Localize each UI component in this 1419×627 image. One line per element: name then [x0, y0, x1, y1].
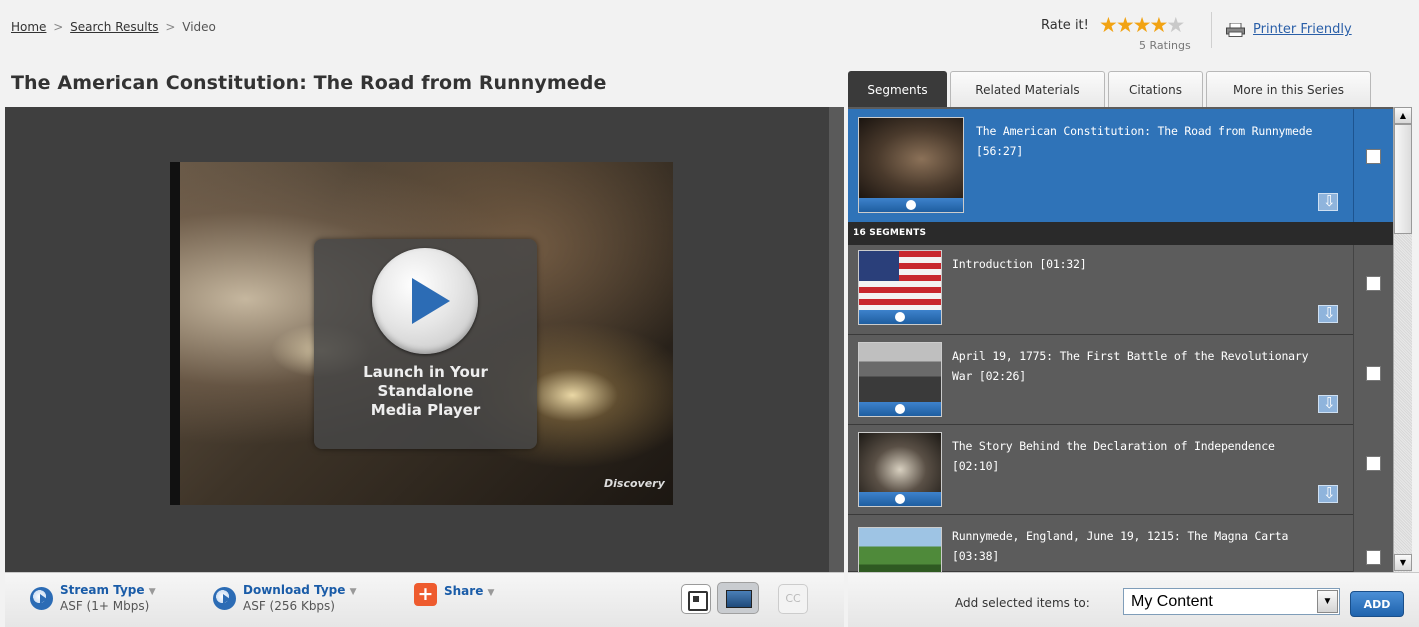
share-plus-icon: +	[414, 583, 437, 606]
segment-title-line2: [03:38]	[952, 549, 1000, 563]
stream-type-dropdown[interactable]: Stream Type ▼ ASF (1+ Mbps)	[30, 583, 156, 613]
select-checkbox[interactable]	[1366, 276, 1381, 291]
chevron-down-icon: ▼	[349, 587, 357, 597]
media-player-icon	[213, 587, 236, 610]
featured-video-item[interactable]: The American Constitution: The Road from…	[848, 109, 1393, 222]
video-thumbnail[interactable]	[858, 117, 964, 213]
add-selected-label: Add selected items to:	[955, 596, 1090, 610]
select-checkbox[interactable]	[1366, 366, 1381, 381]
breadcrumb-home-link[interactable]: Home	[11, 20, 46, 34]
page: Home > Search Results > Video The Americ…	[0, 0, 1419, 627]
share-dropdown[interactable]: + Share ▼	[414, 581, 494, 606]
segment-title: April 19, 1775: The First Battle of the …	[952, 349, 1309, 363]
star-rating[interactable]: ★★★★★	[1099, 13, 1185, 37]
breadcrumb-current: Video	[182, 20, 216, 34]
star-icon[interactable]: ★	[1099, 13, 1118, 37]
play-icon	[859, 198, 963, 212]
featured-duration: [56:27]	[976, 144, 1024, 158]
breadcrumb-separator: >	[165, 20, 176, 34]
breadcrumb-search-results-link[interactable]: Search Results	[70, 20, 158, 34]
chevron-down-icon[interactable]: ▼	[1317, 590, 1338, 613]
segment-title-line2: War [02:26]	[952, 369, 1026, 383]
add-destination-select[interactable]: My Content ▼	[1123, 588, 1340, 615]
closed-captions-button[interactable]: CC	[778, 584, 808, 614]
star-icon[interactable]: ★	[1166, 13, 1185, 37]
segment-item[interactable]: Introduction [01:32]	[848, 245, 1393, 335]
play-icon	[372, 248, 478, 354]
rating-widget: Rate it! ★★★★★ 5 Ratings	[1035, 12, 1205, 52]
download-type-dropdown[interactable]: Download Type ▼ ASF (256 Kbps)	[213, 583, 356, 613]
breadcrumb-separator: >	[53, 20, 64, 34]
video-letterbox	[170, 162, 180, 505]
segments-scrollbar[interactable]: ▲ ▼	[1393, 107, 1412, 572]
star-icon[interactable]: ★	[1133, 13, 1152, 37]
segment-thumbnail[interactable]	[858, 432, 942, 507]
scrollbar-thumb[interactable]	[1394, 124, 1412, 234]
download-icon[interactable]	[1318, 304, 1338, 323]
printer-friendly-label: Printer Friendly	[1253, 22, 1352, 37]
tab-segments[interactable]: Segments	[848, 71, 947, 107]
segment-title: Introduction [01:32]	[952, 257, 1087, 271]
select-checkbox[interactable]	[1366, 149, 1381, 164]
launch-player-label: Launch in Your Standalone Media Player	[363, 363, 488, 419]
play-icon	[859, 492, 941, 506]
share-label: Share	[444, 584, 484, 598]
segment-title: The Story Behind the Declaration of Inde…	[952, 439, 1275, 453]
segment-item[interactable]: April 19, 1775: The First Battle of the …	[848, 335, 1393, 425]
stream-type-label: Stream Type	[60, 583, 145, 597]
segment-title: Runnymede, England, June 19, 1215: The M…	[952, 529, 1289, 543]
segment-item[interactable]: Runnymede, England, June 19, 1215: The M…	[848, 515, 1393, 572]
segments-count-header: 16 SEGMENTS	[848, 222, 1393, 245]
tab-bar: Segments Related Materials Citations Mor…	[848, 71, 1371, 107]
play-icon	[859, 402, 941, 416]
select-value: My Content	[1131, 593, 1213, 610]
star-icon[interactable]: ★	[1149, 13, 1168, 37]
segment-thumbnail[interactable]	[858, 250, 942, 325]
video-panel-edge	[829, 107, 844, 572]
discovery-watermark: Discovery	[604, 477, 665, 490]
rate-it-label: Rate it!	[1041, 18, 1089, 33]
tab-more-in-series[interactable]: More in this Series	[1206, 71, 1371, 107]
featured-title: The American Constitution: The Road from…	[976, 124, 1313, 138]
media-player-icon	[30, 587, 53, 610]
segment-thumbnail[interactable]	[858, 527, 942, 572]
segment-title-line2: [02:10]	[952, 459, 1000, 473]
download-type-value: ASF (256 Kbps)	[243, 599, 335, 613]
select-checkbox[interactable]	[1366, 550, 1381, 565]
page-title: The American Constitution: The Road from…	[11, 72, 607, 94]
tab-citations[interactable]: Citations	[1108, 71, 1203, 107]
stream-type-value: ASF (1+ Mbps)	[60, 599, 150, 613]
download-icon[interactable]	[1318, 192, 1338, 211]
scroll-down-icon[interactable]: ▼	[1394, 554, 1412, 571]
tab-related-materials[interactable]: Related Materials	[950, 71, 1105, 107]
chevron-down-icon: ▼	[148, 587, 156, 597]
star-icon[interactable]: ★	[1116, 13, 1135, 37]
play-icon	[859, 310, 941, 324]
ratings-count: 5 Ratings	[1139, 39, 1191, 52]
scroll-up-icon[interactable]: ▲	[1394, 107, 1412, 124]
download-icon[interactable]	[1318, 484, 1338, 503]
chevron-down-icon: ▼	[487, 588, 495, 598]
widescreen-icon[interactable]	[717, 582, 759, 614]
download-icon[interactable]	[1318, 394, 1338, 413]
segment-thumbnail[interactable]	[858, 342, 942, 417]
add-button[interactable]: ADD	[1350, 591, 1404, 617]
download-type-label: Download Type	[243, 583, 346, 597]
breadcrumb: Home > Search Results > Video	[11, 20, 216, 34]
fullscreen-icon[interactable]	[681, 584, 711, 614]
segment-item[interactable]: The Story Behind the Declaration of Inde…	[848, 425, 1393, 515]
select-checkbox[interactable]	[1366, 456, 1381, 471]
printer-icon	[1226, 22, 1245, 37]
launch-player-button[interactable]: Launch in Your Standalone Media Player	[314, 239, 537, 449]
printer-friendly-link[interactable]: Printer Friendly	[1226, 22, 1352, 37]
divider	[1211, 12, 1212, 48]
